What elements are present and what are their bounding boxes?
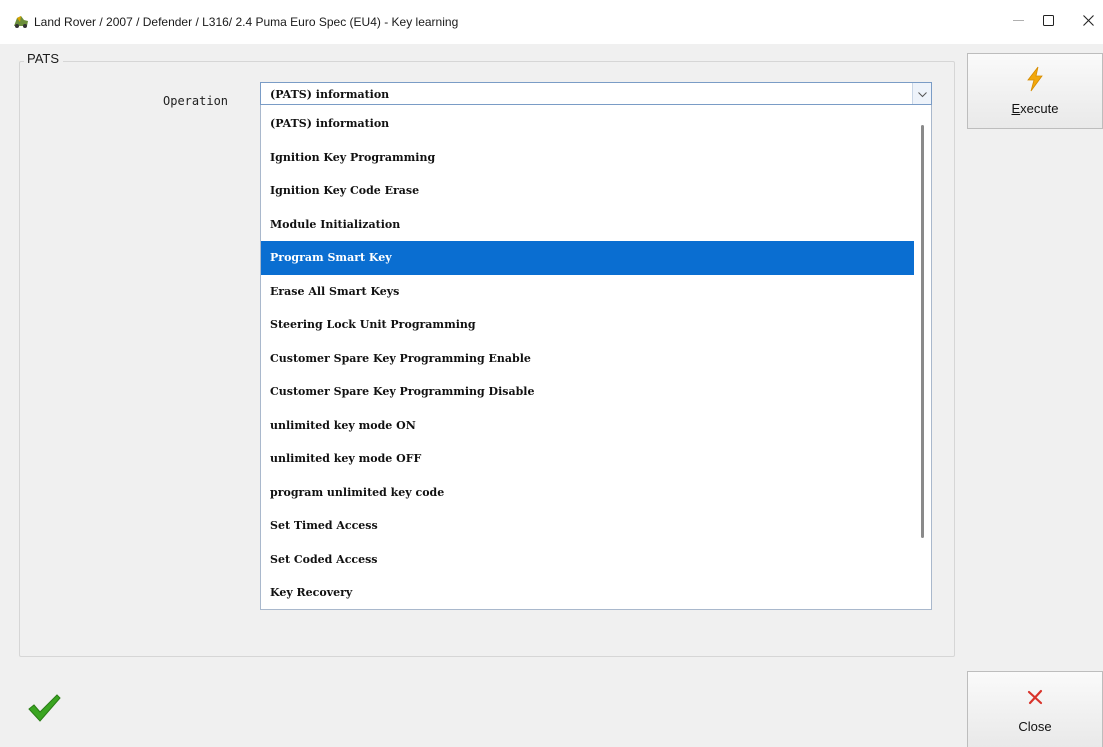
dropdown-option[interactable]: Steering Lock Unit Programming: [261, 308, 915, 342]
maximize-icon: [1042, 13, 1054, 31]
close-label: Close: [1018, 719, 1052, 734]
green-check-icon: [26, 692, 62, 724]
x-mark-icon: [1023, 684, 1047, 710]
dropdown-option[interactable]: unlimited key mode OFF: [261, 442, 915, 476]
dropdown-toggle[interactable]: [912, 83, 931, 104]
operation-dropdown-list: (PATS) information Ignition Key Programmi…: [260, 105, 932, 610]
lightning-icon: [1023, 66, 1047, 92]
dropdown-option[interactable]: unlimited key mode ON: [261, 409, 915, 443]
minimize-button[interactable]: [1003, 8, 1033, 36]
execute-label: Execute: [1012, 101, 1059, 116]
close-window-button[interactable]: [1073, 8, 1103, 36]
operation-label: Operation: [163, 94, 229, 108]
chevron-down-icon: [917, 85, 927, 103]
operation-select[interactable]: (PATS) information: [260, 82, 932, 105]
execute-label-rest: xecute: [1020, 101, 1059, 116]
app-car-icon: [12, 14, 30, 30]
dropdown-option[interactable]: Key Recovery: [261, 576, 915, 610]
dropdown-option[interactable]: Customer Spare Key Programming Disable: [261, 375, 915, 409]
window-title: Land Rover / 2007 / Defender / L316/ 2.4…: [34, 15, 459, 29]
dropdown-option[interactable]: Set Timed Access: [261, 509, 915, 543]
dropdown-option[interactable]: Set Coded Access: [261, 543, 915, 577]
execute-button[interactable]: Execute: [967, 53, 1103, 129]
title-bar: Land Rover / 2007 / Defender / L316/ 2.4…: [0, 0, 1103, 44]
dropdown-option[interactable]: Customer Spare Key Programming Enable: [261, 342, 915, 376]
dropdown-option[interactable]: Erase All Smart Keys: [261, 275, 915, 309]
execute-mnemonic: E: [1011, 101, 1021, 116]
dropdown-option[interactable]: (PATS) information: [261, 107, 915, 141]
maximize-button[interactable]: [1033, 8, 1063, 36]
group-title: PATS: [24, 51, 64, 66]
dropdown-options: (PATS) information Ignition Key Programmi…: [261, 107, 915, 610]
dropdown-option[interactable]: Module Initialization: [261, 208, 915, 242]
dropdown-option[interactable]: Ignition Key Code Erase: [261, 174, 915, 208]
close-icon: [1082, 13, 1094, 31]
close-button[interactable]: Close: [967, 671, 1103, 747]
operation-selected-value: (PATS) information: [270, 88, 390, 101]
minimize-icon: [1012, 13, 1024, 31]
dropdown-option[interactable]: Program Smart Key: [261, 241, 915, 275]
dropdown-option[interactable]: program unlimited key code: [261, 476, 915, 510]
dropdown-option[interactable]: Ignition Key Programming: [261, 141, 915, 175]
dropdown-scrollbar[interactable]: [914, 105, 931, 608]
scrollbar-thumb[interactable]: [921, 125, 924, 538]
